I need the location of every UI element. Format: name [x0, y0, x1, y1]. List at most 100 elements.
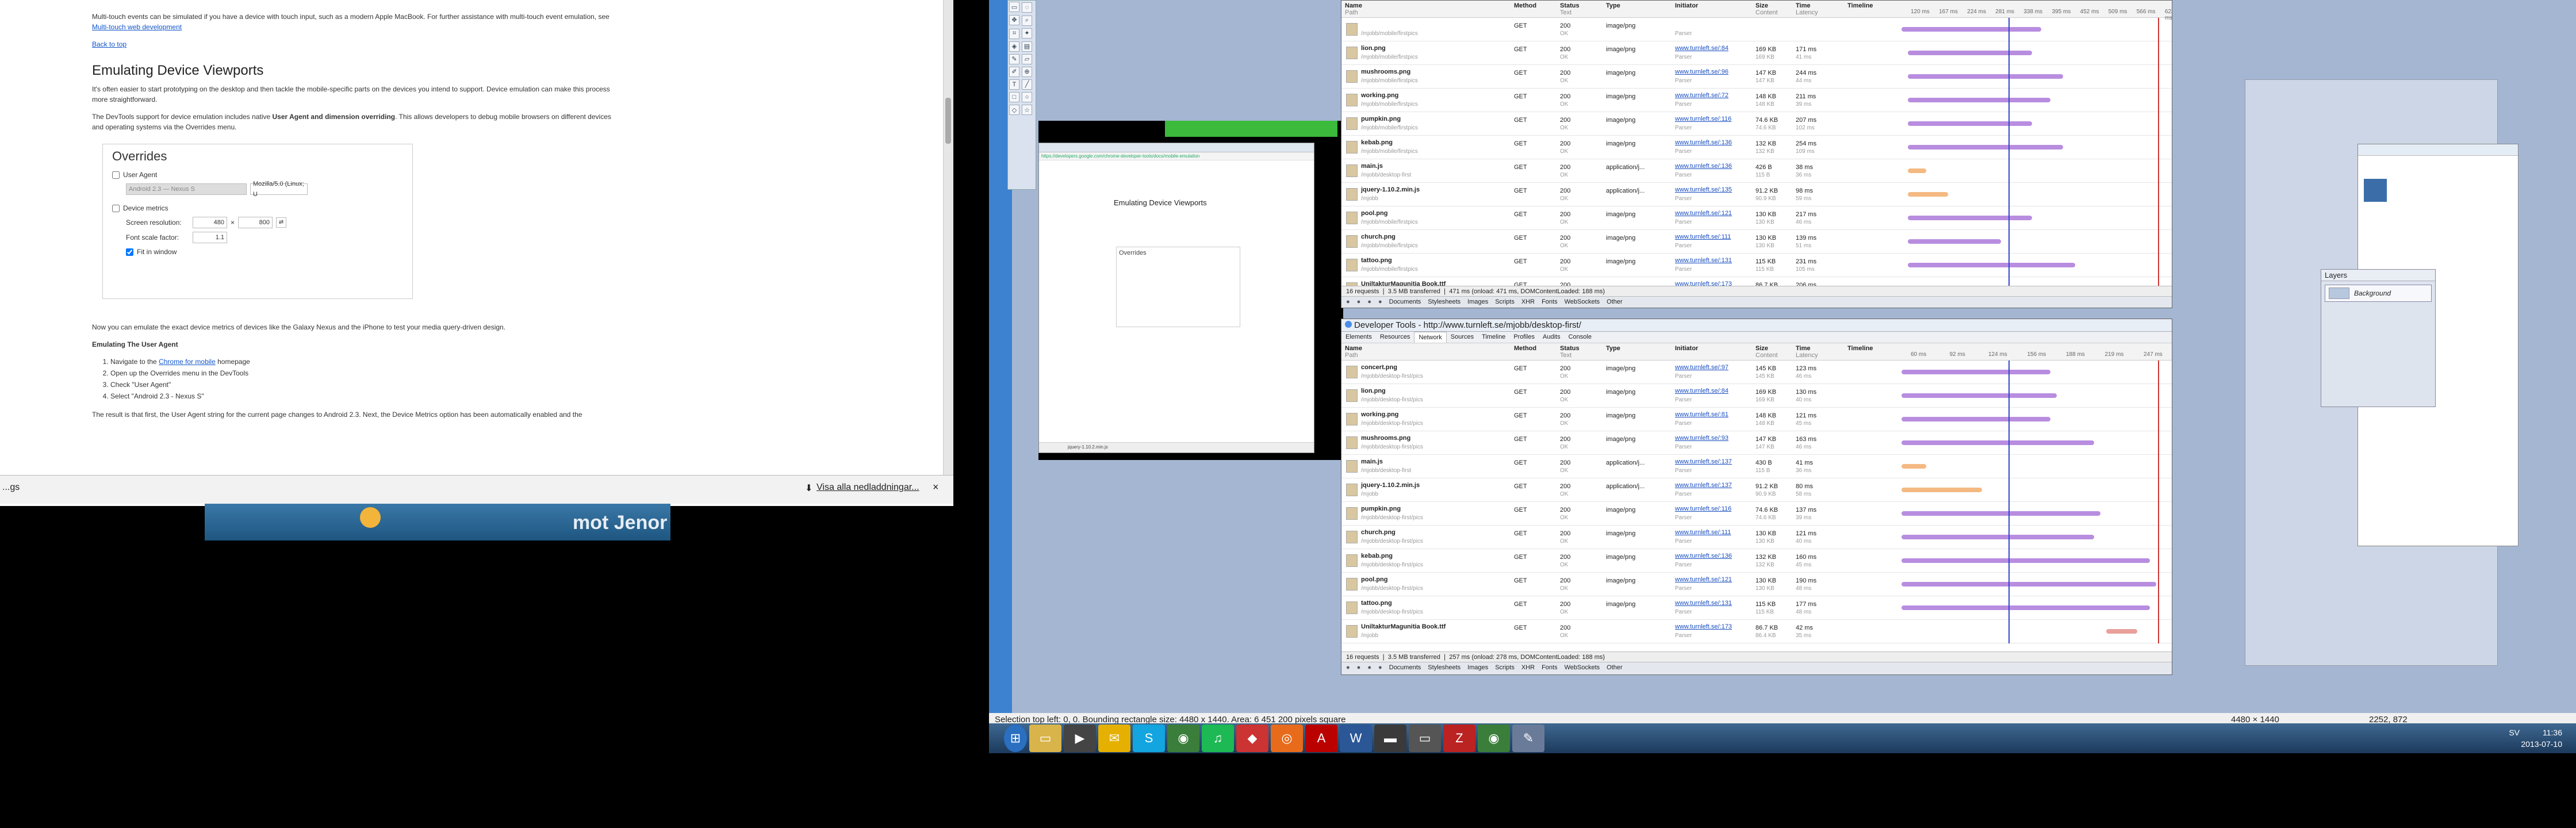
network-row[interactable]: church.png/mjobb/mobile/firstpics GET 200 i…	[1341, 230, 2172, 254]
record-icon[interactable]: ●	[1367, 664, 1371, 673]
zoom-tool-icon[interactable]: ⌕	[1022, 15, 1032, 26]
move-tool-icon[interactable]: ✥	[1009, 14, 1019, 25]
col-header[interactable]: Status	[1560, 2, 1580, 9]
link-multitouch[interactable]: Multi-touch web development	[92, 23, 182, 31]
fit-checkbox[interactable]	[126, 248, 133, 256]
window-icon[interactable]: ▭	[1409, 724, 1441, 752]
row-initiator-link[interactable]: www.turnleft.se/:137	[1675, 482, 1732, 489]
network-row[interactable]: pumpkin.png/mjobb/mobile/firstpics GET 200…	[1341, 112, 2172, 136]
col-header[interactable]: Size	[1755, 2, 1768, 9]
network-row[interactable]: working.png/mjobb/desktop-first/pics GET 2…	[1341, 408, 2172, 431]
tab-console[interactable]: Console	[1565, 332, 1596, 343]
shape-tool-icon[interactable]: ◇	[1009, 105, 1019, 115]
brush-tool-icon[interactable]: ✎	[1009, 53, 1019, 64]
bucket-tool-icon[interactable]: ◈	[1009, 41, 1019, 52]
row-initiator-link[interactable]: www.turnleft.se/:116	[1675, 116, 1731, 122]
ellipse-tool-icon[interactable]: ○	[1022, 92, 1032, 102]
ua-select[interactable]: Android 2.3 — Nexus S	[126, 183, 247, 195]
row-initiator-link[interactable]: www.turnleft.se/:136	[1675, 163, 1732, 170]
row-initiator-link[interactable]: www.turnleft.se/:93	[1675, 435, 1728, 442]
skype-icon[interactable]: S	[1133, 724, 1165, 752]
filter-images[interactable]: Images	[1467, 298, 1488, 307]
col-header[interactable]: Time	[1796, 2, 1810, 9]
filter-stylesheets[interactable]: Stylesheets	[1428, 298, 1460, 307]
network-row[interactable]: pool.png/mjobb/mobile/firstpics GET 200 ima…	[1341, 206, 2172, 230]
app-icon[interactable]: ◆	[1236, 724, 1268, 752]
rect-tool-icon[interactable]: □	[1009, 92, 1019, 102]
filter-xhr[interactable]: XHR	[1521, 664, 1535, 673]
col-header[interactable]: Method	[1514, 2, 1536, 9]
res-height[interactable]: 800	[238, 217, 273, 228]
row-initiator-link[interactable]: www.turnleft.se/:111	[1675, 529, 1731, 536]
network-row[interactable]: lion.png/mjobb/mobile/firstpics GET 200 ima…	[1341, 41, 2172, 65]
pdf-icon[interactable]: A	[1305, 724, 1337, 752]
col-header[interactable]: Timeline	[1847, 2, 1873, 9]
filter-other[interactable]: Other	[1607, 664, 1623, 673]
word-icon[interactable]: W	[1340, 724, 1372, 752]
row-initiator-link[interactable]: www.turnleft.se/:131	[1675, 600, 1732, 607]
ua-value[interactable]: Mozilla/5.0 (Linux; U	[250, 181, 308, 198]
layer-background[interactable]: Background	[2354, 289, 2391, 297]
swap-icon[interactable]: ⇄	[276, 217, 287, 228]
col-header[interactable]: Initiator	[1675, 345, 1698, 352]
filter-fonts[interactable]: Fonts	[1542, 664, 1558, 673]
clock[interactable]: SV 11:36 2013-07-10	[2509, 727, 2562, 750]
col-header[interactable]: Status	[1560, 345, 1580, 352]
select-tool-icon[interactable]: ▭	[1009, 2, 1019, 12]
row-initiator-link[interactable]: www.turnleft.se/:84	[1675, 45, 1728, 52]
row-initiator-link[interactable]: www.turnleft.se/:136	[1675, 139, 1732, 146]
res-width[interactable]: 480	[193, 217, 227, 228]
lasso-tool-icon[interactable]: ◌	[1022, 2, 1032, 13]
tab-profiles[interactable]: Profiles	[1509, 332, 1539, 343]
row-initiator-link[interactable]: www.turnleft.se/:72	[1675, 92, 1728, 99]
text-tool-icon[interactable]: T	[1009, 79, 1019, 90]
filter-xhr[interactable]: XHR	[1521, 298, 1535, 307]
tab-timeline[interactable]: Timeline	[1478, 332, 1509, 343]
media-icon[interactable]: ▶	[1064, 724, 1096, 752]
filter-documents[interactable]: Documents	[1389, 298, 1421, 307]
terminal-icon[interactable]: ▬	[1374, 724, 1406, 752]
link-chrome-mobile[interactable]: Chrome for mobile	[159, 358, 216, 366]
row-initiator-link[interactable]: www.turnleft.se/:135	[1675, 186, 1732, 193]
filter-scripts[interactable]: Scripts	[1495, 664, 1515, 673]
row-initiator-link[interactable]: www.turnleft.se/:81	[1675, 411, 1728, 418]
vertical-scrollbar[interactable]	[943, 0, 953, 475]
tab-audits[interactable]: Audits	[1539, 332, 1565, 343]
ua-checkbox[interactable]	[112, 171, 120, 179]
chrome-task-icon-2[interactable]: ◉	[1478, 724, 1510, 752]
row-initiator-link[interactable]: www.turnleft.se/:116	[1675, 505, 1731, 512]
clear-icon[interactable]: ●	[1346, 664, 1350, 673]
show-all-downloads[interactable]: Visa alla nedladdningar...	[816, 482, 919, 493]
link-back-to-top[interactable]: Back to top	[92, 40, 126, 48]
record-icon[interactable]: ●	[1367, 298, 1371, 307]
network-row[interactable]: UniltakturMagunitia Book.ttf/mjobb GET 200…	[1341, 620, 2172, 643]
row-initiator-link[interactable]: www.turnleft.se/:111	[1675, 233, 1731, 240]
network-row[interactable]: /mjobb/mobile/firstpics GET 200 image/png OK…	[1341, 18, 2172, 41]
paint-icon[interactable]: ✎	[1512, 724, 1544, 752]
freeform-tool-icon[interactable]: ☆	[1022, 105, 1032, 115]
network-row[interactable]: kebab.png/mjobb/mobile/firstpics GET 200 im…	[1341, 136, 2172, 159]
col-header[interactable]: Type	[1606, 345, 1620, 352]
network-row[interactable]: lion.png/mjobb/desktop-first/pics GET 200 i…	[1341, 384, 2172, 408]
row-initiator-link[interactable]: www.turnleft.se/:96	[1675, 68, 1728, 75]
filter-fonts[interactable]: Fonts	[1542, 298, 1558, 307]
filter-icon[interactable]: ●	[1357, 298, 1361, 307]
network-row[interactable]: mushrooms.png/mjobb/mobile/firstpics GET 2…	[1341, 65, 2172, 89]
lang-indicator[interactable]: SV	[2509, 728, 2520, 737]
clone-tool-icon[interactable]: ⊕	[1022, 66, 1032, 77]
row-initiator-link[interactable]: www.turnleft.se/:84	[1675, 388, 1728, 394]
network-row[interactable]: mushrooms.png/mjobb/desktop-first/pics GE…	[1341, 431, 2172, 455]
network-row[interactable]: main.js/mjobb/desktop-first GET 200 applica…	[1341, 455, 2172, 478]
filter-scripts[interactable]: Scripts	[1495, 298, 1515, 307]
network-row[interactable]: working.png/mjobb/mobile/firstpics GET 200…	[1341, 89, 2172, 112]
filter-stylesheets[interactable]: Stylesheets	[1428, 664, 1460, 673]
notes-icon[interactable]: ✉	[1098, 724, 1130, 752]
dm-checkbox[interactable]	[112, 204, 120, 212]
line-tool-icon[interactable]: ╱	[1022, 79, 1032, 90]
col-header[interactable]: Type	[1606, 2, 1620, 9]
tab-network[interactable]: Network	[1414, 332, 1447, 343]
network-row[interactable]: jquery-1.10.2.min.js/mjobb GET 200 applicat…	[1341, 183, 2172, 206]
network-row[interactable]: concert.png/mjobb/desktop-first/pics GET 2…	[1341, 361, 2172, 384]
explorer-icon[interactable]: ▭	[1029, 724, 1061, 752]
col-header[interactable]: Time	[1796, 345, 1810, 352]
